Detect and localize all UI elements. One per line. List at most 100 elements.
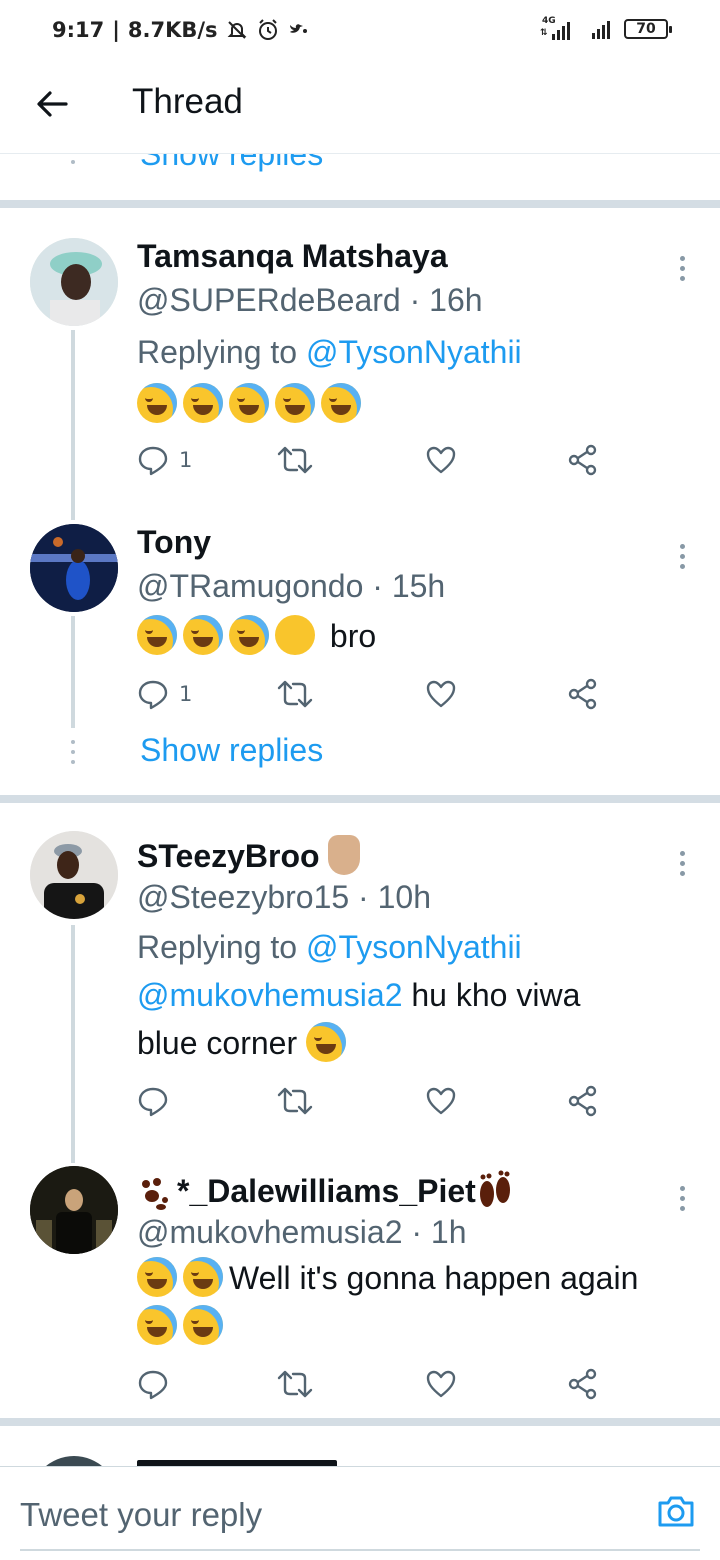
avatar-image: [30, 831, 118, 919]
status-time: 9:17: [52, 18, 105, 42]
retweet-icon: [277, 1087, 313, 1115]
author-name[interactable]: *_Dalewilliams_Piet: [137, 1170, 520, 1216]
thread-line: [71, 616, 75, 728]
rofl-emoji-icon: [229, 383, 269, 423]
more-options-icon[interactable]: [680, 256, 686, 286]
author-handle-time: @SUPERdeBeard · 16h: [137, 282, 483, 318]
reply-button[interactable]: [137, 1083, 169, 1119]
reply-icon: [138, 1370, 168, 1400]
sweat-smile-emoji-icon: [183, 383, 223, 423]
retweet-button[interactable]: [277, 442, 313, 478]
reply-button[interactable]: 1: [137, 676, 192, 712]
avatar: [30, 1456, 118, 1466]
author-handle-time: @mukovhemusia2 · 1h: [137, 1214, 467, 1250]
avatar-image: [30, 238, 118, 326]
author-name[interactable]: Tamsanqa Matshaya: [137, 238, 448, 275]
back-arrow-icon[interactable]: [34, 86, 70, 122]
status-bar: 9:17 | 8.7KB/s 4G ⇅ 70: [0, 0, 720, 66]
victory-hand-emoji-icon: [328, 835, 361, 875]
tweet-actions: 1: [137, 676, 607, 712]
battery-icon: 70: [624, 19, 672, 39]
tweet-text: bro: [137, 612, 697, 660]
author-name[interactable]: Tony: [137, 524, 211, 561]
replying-to: Replying to @TysonNyathii: [137, 929, 522, 965]
heart-icon: [426, 1370, 456, 1398]
avatar[interactable]: [30, 524, 118, 612]
replying-to-link[interactable]: @TysonNyathii: [306, 334, 522, 370]
page-title: Thread: [132, 82, 243, 121]
twitter-notification-icon: [289, 24, 307, 33]
mention-link[interactable]: @mukovhemusia2: [137, 977, 402, 1013]
reply-count: 1: [179, 448, 193, 472]
signal-icon-2: [592, 19, 610, 39]
author-handle-time: @Steezybro15 · 10h: [137, 879, 431, 915]
reply-button[interactable]: [137, 1366, 169, 1402]
avatar[interactable]: [30, 238, 118, 326]
avatar-image: [30, 1166, 118, 1254]
rofl-emoji-icon: [305, 1022, 346, 1062]
thread-separator: [0, 1418, 720, 1426]
tweet-actions: 1: [137, 442, 607, 478]
show-replies-link[interactable]: Show replies: [140, 732, 323, 769]
replying-to: Replying to @TysonNyathii: [137, 334, 522, 370]
like-button[interactable]: [425, 676, 457, 712]
retweet-icon: [277, 446, 313, 474]
like-button[interactable]: [425, 1366, 457, 1402]
tweet-text: @mukovhemusia2 hu kho viwa blue corner: [137, 977, 581, 1062]
more-options-icon[interactable]: [680, 851, 686, 881]
heart-icon: [426, 680, 456, 708]
more-options-icon[interactable]: [680, 544, 686, 574]
retweet-icon: [277, 1370, 313, 1398]
reply-button[interactable]: 1: [137, 442, 192, 478]
reply-count: 1: [179, 682, 193, 706]
share-icon: [568, 678, 597, 710]
share-icon: [568, 444, 597, 476]
footprints-emoji-icon: [476, 1170, 514, 1210]
share-icon: [568, 1085, 597, 1117]
replying-to-link[interactable]: @TysonNyathii: [306, 929, 522, 965]
share-button[interactable]: [567, 1366, 599, 1402]
rofl-emoji-icon: [137, 615, 177, 655]
camera-icon[interactable]: [656, 1493, 696, 1529]
sweat-smile-emoji-icon: [183, 1305, 223, 1345]
thread-dots-icon: [71, 740, 75, 770]
heart-icon: [426, 1087, 456, 1115]
more-options-icon[interactable]: [680, 1186, 686, 1216]
author-handle-time: @TRamugondo · 15h: [137, 568, 446, 604]
thread-line: [71, 925, 75, 1163]
tweet-text: [137, 380, 697, 428]
alarm-icon: [258, 19, 277, 40]
like-button[interactable]: [425, 442, 457, 478]
rofl-emoji-icon: [275, 383, 315, 423]
input-underline: [20, 1549, 700, 1551]
share-icon: [568, 1368, 597, 1400]
avatar[interactable]: [30, 1166, 118, 1254]
top-bar: Thread: [0, 66, 720, 154]
share-button[interactable]: [567, 676, 599, 712]
thread-line: [71, 330, 75, 520]
tweet-actions: [137, 1083, 607, 1119]
facepalm-emoji-icon: [275, 615, 315, 655]
author-name[interactable]: STeezyBroo: [137, 835, 366, 875]
joy-emoji-icon: [183, 1257, 223, 1297]
tweet-text: Well it's gonna happen again: [137, 1254, 697, 1350]
rofl-emoji-icon: [229, 615, 269, 655]
joy-emoji-icon: [137, 1257, 177, 1297]
signal-icon: [552, 20, 570, 40]
heart-icon: [426, 446, 456, 474]
next-tweet-peek[interactable]: [0, 1430, 720, 1466]
avatar[interactable]: [30, 831, 118, 919]
retweet-button[interactable]: [277, 1366, 313, 1402]
status-speed: 8.7KB/s: [127, 18, 218, 42]
avatar-image: [30, 524, 118, 612]
sweat-smile-emoji-icon: [137, 1305, 177, 1345]
paw-prints-emoji-icon: [137, 1176, 171, 1216]
retweet-button[interactable]: [277, 676, 313, 712]
retweet-button[interactable]: [277, 1083, 313, 1119]
retweet-icon: [277, 680, 313, 708]
share-button[interactable]: [567, 1083, 599, 1119]
thread-separator: [0, 200, 720, 208]
like-button[interactable]: [425, 1083, 457, 1119]
reply-input[interactable]: [20, 1491, 620, 1539]
share-button[interactable]: [567, 442, 599, 478]
